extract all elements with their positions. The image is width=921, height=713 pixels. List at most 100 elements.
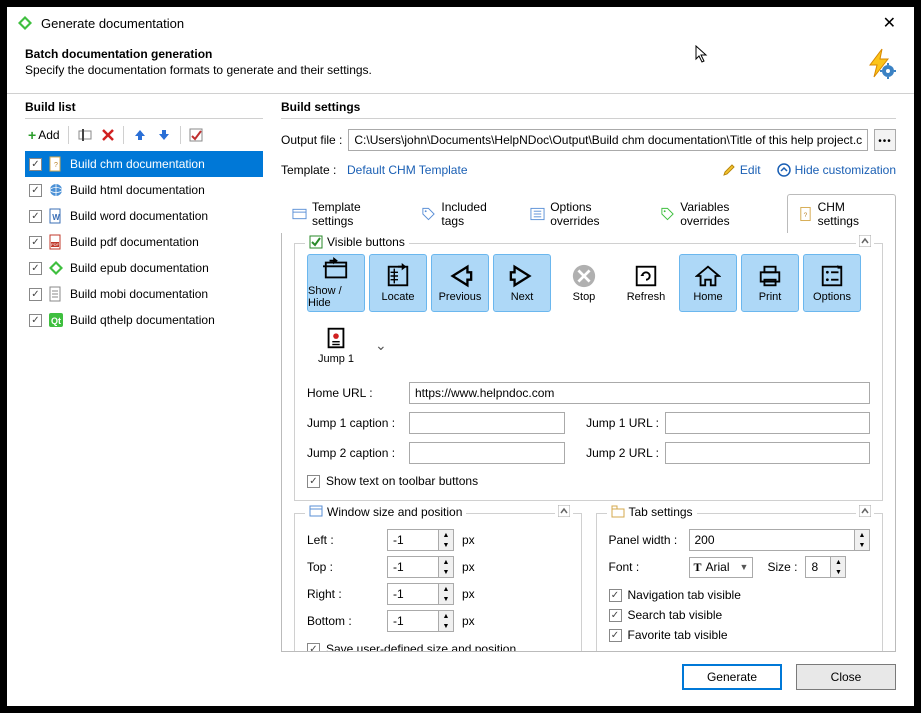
build-item-label: Build word documentation	[70, 209, 208, 223]
toolbar-button-label: Show / Hide	[308, 285, 364, 309]
build-item-checkbox[interactable]	[29, 158, 42, 171]
panel-width-spinner[interactable]: ▲▼	[689, 529, 871, 551]
home-url-input[interactable]	[409, 382, 870, 404]
tab-template-settings[interactable]: Template settings	[281, 194, 410, 233]
toolbar-button-refresh[interactable]: Refresh	[617, 254, 675, 312]
visible-buttons-group: Visible buttons Show / HideLocatePreviou…	[294, 243, 883, 501]
build-item-label: Build html documentation	[70, 183, 205, 197]
toolbar-button-locate[interactable]: Locate	[369, 254, 427, 312]
build-item-checkbox[interactable]	[29, 210, 42, 223]
tab-label: CHM settings	[818, 200, 885, 228]
visible-buttons-legend: Visible buttons	[327, 235, 405, 249]
nav-tab-label: Navigation tab visible	[628, 588, 741, 602]
tab-included-tags[interactable]: Included tags	[410, 194, 519, 233]
tags-icon	[421, 206, 436, 222]
search-tab-checkbox[interactable]	[609, 609, 622, 622]
header-subtitle: Specify the documentation formats to gen…	[25, 63, 864, 77]
build-item-checkbox[interactable]	[29, 236, 42, 249]
font-size-spinner[interactable]: ▲▼	[805, 556, 846, 578]
rename-build-button[interactable]	[74, 125, 96, 145]
nav-tab-checkbox[interactable]	[609, 589, 622, 602]
epub-icon	[48, 260, 64, 276]
bottom-spinner[interactable]: ▲▼	[387, 610, 454, 632]
toolbar-button-label: Previous	[439, 291, 482, 303]
browse-output-button[interactable]: •••	[874, 129, 896, 151]
jump1-url-input[interactable]	[665, 412, 870, 434]
tab-label: Variables overrides	[680, 200, 775, 228]
collapse-group-button[interactable]	[856, 235, 874, 247]
right-spinner[interactable]: ▲▼	[387, 583, 454, 605]
close-button[interactable]: Close	[796, 664, 896, 690]
collapse-group-button[interactable]	[555, 505, 573, 517]
build-item[interactable]: WBuild word documentation	[25, 203, 263, 229]
options-icon	[530, 206, 545, 222]
jump1-caption-input[interactable]	[409, 412, 565, 434]
stop-icon	[571, 263, 597, 289]
titlebar: Generate documentation ✕	[7, 7, 914, 39]
font-selector[interactable]: TArial▼	[689, 557, 754, 578]
tab-chm-settings[interactable]: ? CHM settings	[787, 194, 896, 233]
toolbar-button-jump-1[interactable]: Jump 1	[307, 316, 365, 374]
window-position-legend: Window size and position	[327, 505, 462, 519]
left-spinner[interactable]: ▲▼	[387, 529, 454, 551]
build-item-checkbox[interactable]	[29, 288, 42, 301]
chm-icon: ?	[798, 206, 813, 222]
jump2-url-input[interactable]	[665, 442, 870, 464]
save-position-checkbox[interactable]	[307, 643, 320, 653]
svg-text:?: ?	[54, 162, 58, 169]
output-file-input[interactable]	[348, 129, 868, 151]
move-down-button[interactable]	[153, 125, 175, 145]
toolbar-button-print[interactable]: Print	[741, 254, 799, 312]
settings-tabset: Template settings Included tags Options ov…	[281, 193, 896, 233]
build-item[interactable]: Build mobi documentation	[25, 281, 263, 307]
collapse-group-button[interactable]	[856, 505, 874, 517]
toolbar-button-options[interactable]: Options	[803, 254, 861, 312]
lightning-gear-icon	[864, 47, 896, 79]
favorite-tab-checkbox[interactable]	[609, 629, 622, 642]
build-item[interactable]: QtBuild qthelp documentation	[25, 307, 263, 333]
tab-label: Included tags	[441, 200, 508, 228]
window-close-button[interactable]: ✕	[875, 13, 904, 33]
qthelp-icon: Qt	[48, 312, 64, 328]
generate-button[interactable]: Generate	[682, 664, 782, 690]
toolbar-button-label: Options	[813, 291, 851, 303]
hide-customization-link[interactable]: Hide customization	[795, 163, 896, 177]
add-build-button[interactable]: +Add	[25, 125, 63, 145]
toggle-all-button[interactable]	[186, 126, 206, 144]
build-item-checkbox[interactable]	[29, 262, 42, 275]
build-item[interactable]: ?Build chm documentation	[25, 151, 263, 177]
expand-buttons-icon[interactable]: ⌄	[369, 337, 393, 354]
toolbar-button-home[interactable]: Home	[679, 254, 737, 312]
build-item-checkbox[interactable]	[29, 184, 42, 197]
header-title: Batch documentation generation	[25, 47, 864, 61]
jump2-caption-label: Jump 2 caption :	[307, 446, 403, 460]
tab-icon	[611, 505, 625, 519]
toolbar-button-stop[interactable]: Stop	[555, 254, 613, 312]
jump2-caption-input[interactable]	[409, 442, 565, 464]
build-item-label: Build mobi documentation	[70, 287, 208, 301]
top-spinner[interactable]: ▲▼	[387, 556, 454, 578]
build-item-checkbox[interactable]	[29, 314, 42, 327]
toolbar-button-show-hide[interactable]: Show / Hide	[307, 254, 365, 312]
build-settings-title: Build settings	[281, 100, 896, 114]
tab-options-overrides[interactable]: Options overrides	[519, 194, 649, 233]
show-text-label: Show text on toolbar buttons	[326, 474, 478, 488]
locate-icon	[385, 263, 411, 289]
options-icon	[819, 263, 845, 289]
html-icon	[48, 182, 64, 198]
home-icon	[695, 263, 721, 289]
toolbar-button-next[interactable]: Next	[493, 254, 551, 312]
tab-variables-overrides[interactable]: Variables overrides	[649, 194, 786, 233]
build-item[interactable]: Build epub documentation	[25, 255, 263, 281]
move-up-button[interactable]	[129, 125, 151, 145]
build-item[interactable]: Build html documentation	[25, 177, 263, 203]
build-item[interactable]: PDFBuild pdf documentation	[25, 229, 263, 255]
delete-build-button[interactable]	[98, 126, 118, 144]
edit-template-link[interactable]: Edit	[740, 163, 761, 177]
template-link[interactable]: Default CHM Template	[347, 163, 468, 177]
show-text-checkbox[interactable]	[307, 475, 320, 488]
toolbar-button-label: Jump 1	[318, 353, 354, 365]
toolbar-button-previous[interactable]: Previous	[431, 254, 489, 312]
jump1-caption-label: Jump 1 caption :	[307, 416, 403, 430]
tab-label: Template settings	[312, 200, 399, 228]
